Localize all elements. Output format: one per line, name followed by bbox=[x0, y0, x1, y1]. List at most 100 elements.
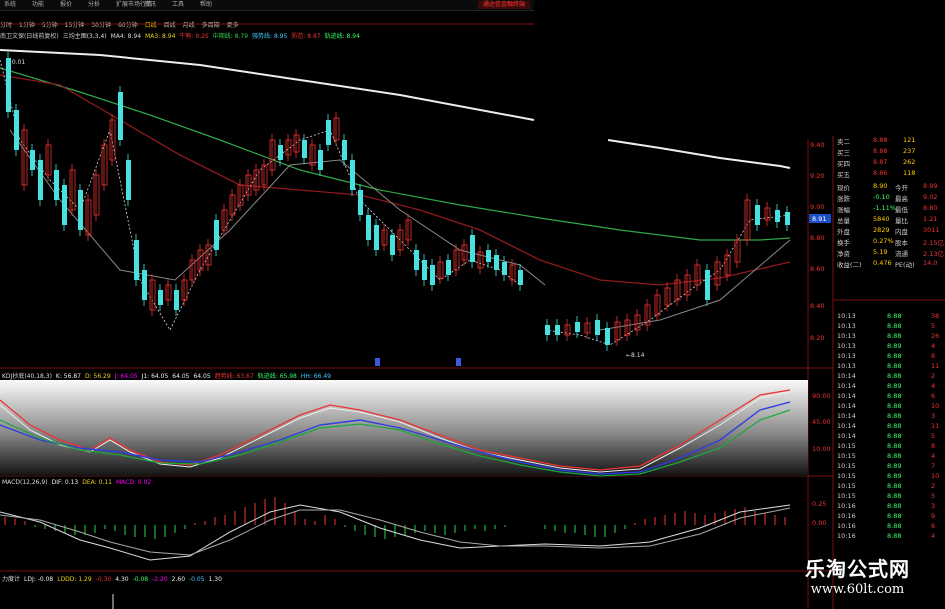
candle-body bbox=[126, 160, 131, 200]
ma-dashed-line bbox=[544, 214, 791, 346]
tick-time: 10:15 bbox=[837, 442, 856, 450]
candle-body bbox=[38, 160, 43, 200]
stat-label: 内盘 bbox=[895, 228, 908, 236]
candle-body bbox=[6, 58, 11, 112]
tick-price: 8.89 bbox=[887, 472, 902, 480]
candle-body bbox=[293, 134, 300, 153]
candle-body bbox=[714, 261, 721, 286]
tick-volume: 5 bbox=[931, 322, 936, 330]
tick-price: 8.89 bbox=[887, 342, 902, 350]
candle-body bbox=[755, 205, 760, 225]
candle-body bbox=[45, 144, 52, 176]
tick-volume: 26 bbox=[931, 332, 940, 340]
low-price-label: ←8.14 bbox=[626, 352, 645, 359]
order-book-volume: 237 bbox=[903, 147, 916, 155]
stat-value: 5.19 bbox=[873, 248, 888, 256]
tick-price: 8.88 bbox=[887, 432, 902, 440]
candle-body bbox=[174, 290, 179, 310]
candle-body bbox=[326, 120, 331, 145]
candle-body bbox=[734, 239, 741, 263]
stat-value: 9.02 bbox=[923, 193, 938, 201]
candle-body bbox=[278, 145, 283, 160]
candle-body bbox=[333, 117, 340, 141]
candle-body bbox=[584, 322, 591, 334]
order-book-label: 买五 bbox=[837, 171, 850, 179]
tick-volume: 2 bbox=[931, 372, 936, 380]
tick-time: 10:16 bbox=[837, 522, 856, 530]
candle-body bbox=[437, 261, 444, 279]
tick-price: 8.88 bbox=[887, 352, 902, 360]
tick-time: 10:14 bbox=[837, 372, 856, 380]
tick-price: 8.88 bbox=[887, 502, 902, 510]
stat-label: PE(动) bbox=[895, 261, 915, 269]
signal-marker bbox=[456, 358, 461, 366]
stat-label: 涨幅 bbox=[837, 206, 850, 214]
stat-label: 最高 bbox=[895, 195, 908, 203]
candle-body bbox=[21, 129, 28, 186]
tick-time: 10:13 bbox=[837, 352, 856, 360]
stat-label: 最低 bbox=[895, 206, 908, 214]
candle-body bbox=[486, 250, 491, 262]
candle-body bbox=[595, 320, 600, 335]
watermark-title: 乐淘公式网 bbox=[805, 557, 910, 581]
order-book-volume: 118 bbox=[903, 169, 916, 177]
tick-time: 10:14 bbox=[837, 402, 856, 410]
candle-body bbox=[85, 199, 92, 236]
macd-dif-line bbox=[0, 504, 791, 561]
candle-body bbox=[109, 119, 116, 161]
stat-label: 量比 bbox=[895, 217, 908, 225]
tick-time: 10:16 bbox=[837, 512, 856, 520]
kdj-value: 64.05 bbox=[193, 373, 211, 380]
candle-body bbox=[634, 314, 641, 331]
candle-body bbox=[446, 260, 451, 275]
stat-label: 涨跌 bbox=[837, 195, 850, 203]
kdj-panel-title: KDJ抄底(40,18,3) K: 56.87 D: 56.29 J: 64.05 J1… bbox=[2, 371, 335, 380]
tick-time: 10:15 bbox=[837, 482, 856, 490]
tick-volume: 8 bbox=[931, 352, 936, 360]
ldj-value: LDDD: 1.29 bbox=[57, 576, 92, 583]
macd-panel-title: MACD(12,26,9) DIF: 0.13 DEA: 0.11 MACD: 0.0… bbox=[2, 479, 155, 486]
stat-value: 2.15亿 bbox=[923, 239, 944, 247]
kdj-title-text: KDJ抄底(40,18,3) bbox=[2, 373, 52, 380]
candle-body bbox=[744, 199, 751, 241]
stat-value: 1.21 bbox=[923, 215, 938, 223]
candle-body bbox=[414, 250, 419, 270]
stat-value: 8.80 bbox=[923, 204, 938, 212]
stat-value: 8.90 bbox=[873, 182, 888, 190]
kdj-value: 64.05 bbox=[172, 373, 190, 380]
chart-canvas: 9.409.209.008.808.608.408.208.9110.01←8.… bbox=[0, 23, 945, 609]
ldj-title-text: 力度计 bbox=[2, 576, 21, 583]
kdj-axis-tick: 45.00 bbox=[812, 418, 831, 426]
tick-price: 8.88 bbox=[887, 392, 902, 400]
ldj-panel-title: 力度计 LDJ: -0.08 LDDD: 1.29 -0.30 4.30 -0.08 -2.… bbox=[2, 574, 226, 583]
candle-body bbox=[229, 194, 236, 216]
tick-price: 8.88 bbox=[887, 442, 902, 450]
stat-value: 3011 bbox=[923, 226, 940, 234]
candle-body bbox=[694, 264, 701, 286]
tick-time: 10:14 bbox=[837, 412, 856, 420]
order-book-price: 8.86 bbox=[873, 169, 888, 177]
signal-marker bbox=[375, 358, 380, 366]
kdj-axis-tick: 10.00 bbox=[812, 445, 831, 453]
ldj-value: 1.30 bbox=[208, 576, 222, 583]
candle-body bbox=[545, 325, 550, 335]
candle-body bbox=[149, 279, 156, 311]
candle-body bbox=[605, 328, 610, 345]
stat-value: 0.476 bbox=[873, 259, 892, 267]
stat-value: 14.0 bbox=[923, 259, 938, 267]
tick-price: 8.88 bbox=[887, 452, 902, 460]
candle-body bbox=[78, 190, 83, 230]
candle-body bbox=[62, 185, 67, 225]
tick-volume: 3 bbox=[931, 412, 936, 420]
candle-body bbox=[453, 249, 460, 271]
tick-time: 10:14 bbox=[837, 432, 856, 440]
stat-label: 流通 bbox=[895, 250, 908, 258]
kdj-value: HH: 66.49 bbox=[300, 373, 332, 380]
ldj-value: -2.20 bbox=[152, 576, 168, 583]
tick-price: 8.88 bbox=[887, 412, 902, 420]
candle-body bbox=[342, 140, 347, 160]
candle-body bbox=[654, 294, 661, 316]
tick-volume: 11 bbox=[931, 362, 940, 370]
candle-body bbox=[664, 287, 671, 306]
macd-value: DEA: 0.11 bbox=[82, 479, 112, 486]
